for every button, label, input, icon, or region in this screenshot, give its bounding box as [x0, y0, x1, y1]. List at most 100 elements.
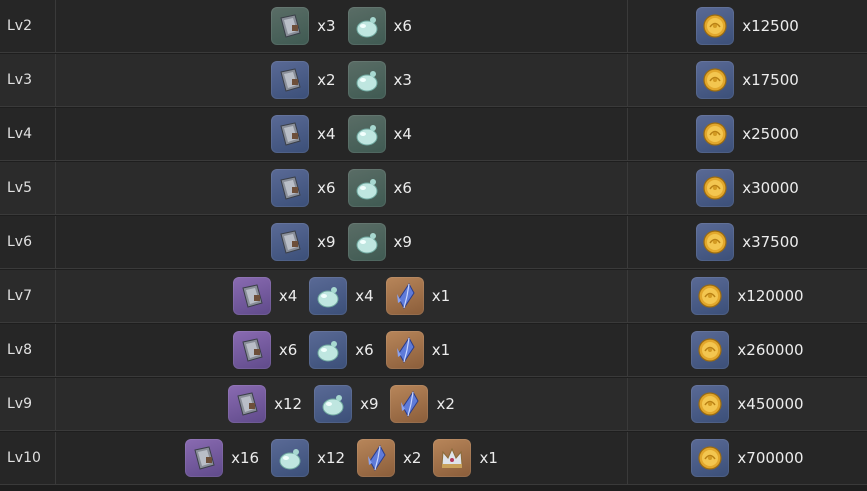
material-quantity: x1: [431, 341, 451, 359]
mora-coin-icon[interactable]: [696, 169, 735, 207]
mora-cell: x120000: [628, 270, 867, 322]
mora-coin-icon[interactable]: [696, 115, 735, 153]
mora-cell: x37500: [628, 216, 867, 268]
materials-cell: x12 x9 x2: [56, 378, 628, 430]
materials-cell: x6 x6: [56, 162, 628, 214]
mora-coin-icon[interactable]: [696, 7, 735, 45]
talent-materials-table: Lv2 x3 x6 x12500 Lv3 x2 x3 x17500 Lv4 x4 x4 x25000 L…: [0, 0, 867, 491]
slime-icon[interactable]: [347, 115, 386, 153]
mask-icon[interactable]: [232, 277, 271, 315]
material-item: x2: [390, 385, 455, 423]
material-quantity: x6: [393, 17, 412, 35]
material-quantity: x4: [278, 287, 298, 305]
table-row: Lv7 x4 x4 x1 x120000: [0, 270, 867, 323]
mora-item: x17500: [696, 61, 799, 99]
crystal-icon[interactable]: [390, 385, 429, 423]
material-quantity: x3: [317, 17, 336, 35]
mora-cell: x260000: [628, 324, 867, 376]
mask-icon[interactable]: [271, 223, 310, 261]
level-cell: Lv7: [0, 270, 56, 322]
mora-quantity: x25000: [742, 125, 799, 143]
mora-item: x700000: [691, 439, 804, 477]
slime-icon[interactable]: [309, 277, 348, 315]
material-item: x12: [271, 439, 345, 477]
material-item: x4: [347, 115, 412, 153]
mora-quantity: x120000: [737, 287, 804, 305]
level-cell: Lv8: [0, 324, 56, 376]
mora-quantity: x12500: [742, 17, 799, 35]
materials-cell: x4 x4 x1: [56, 270, 628, 322]
slime-icon[interactable]: [347, 169, 386, 207]
mora-item: x120000: [691, 277, 804, 315]
mora-coin-icon[interactable]: [696, 223, 735, 261]
mora-item: x12500: [696, 7, 799, 45]
material-item: x4: [309, 277, 374, 315]
level-cell: Lv4: [0, 108, 56, 160]
material-item: x3: [271, 7, 336, 45]
mora-coin-icon[interactable]: [691, 331, 730, 369]
material-quantity: x12: [317, 449, 346, 467]
table-row: Lv8 x6 x6 x1 x260000: [0, 324, 867, 377]
mora-item: x30000: [696, 169, 799, 207]
slime-icon[interactable]: [347, 7, 386, 45]
materials-cell: x16 x12 x2 x1: [56, 432, 628, 484]
mask-icon[interactable]: [271, 61, 310, 99]
material-quantity: x4: [393, 125, 412, 143]
mora-quantity: x700000: [737, 449, 804, 467]
material-quantity: x6: [317, 179, 336, 197]
material-item: x1: [433, 439, 498, 477]
mora-coin-icon[interactable]: [696, 61, 735, 99]
mora-cell: x450000: [628, 378, 867, 430]
crystal-icon[interactable]: [385, 331, 424, 369]
mora-item: x450000: [691, 385, 804, 423]
material-item: x4: [232, 277, 298, 315]
material-item: x6: [309, 331, 374, 369]
material-quantity: x16: [231, 449, 260, 467]
material-quantity: x4: [317, 125, 336, 143]
material-item: x16: [185, 439, 259, 477]
mask-icon[interactable]: [185, 439, 224, 477]
mask-icon[interactable]: [271, 115, 310, 153]
material-quantity: x6: [393, 179, 412, 197]
material-quantity: x2: [436, 395, 455, 413]
level-cell: Lv9: [0, 378, 56, 430]
table-row: Lv4 x4 x4 x25000: [0, 108, 867, 161]
crown-icon[interactable]: [433, 439, 472, 477]
mora-quantity: x37500: [742, 233, 799, 251]
material-quantity: x1: [479, 449, 498, 467]
slime-icon[interactable]: [347, 223, 386, 261]
material-quantity: x6: [355, 341, 374, 359]
material-item: x6: [347, 169, 412, 207]
mora-item: x260000: [691, 331, 804, 369]
table-row: Lv9 x12 x9 x2 x450000: [0, 378, 867, 431]
material-item: x12: [228, 385, 302, 423]
mora-cell: x700000: [628, 432, 867, 484]
material-quantity: x6: [278, 341, 298, 359]
table-row: Lv3 x2 x3 x17500: [0, 54, 867, 107]
crystal-icon[interactable]: [357, 439, 396, 477]
mora-quantity: x450000: [737, 395, 804, 413]
table-row: Lv5 x6 x6 x30000: [0, 162, 867, 215]
slime-icon[interactable]: [347, 61, 386, 99]
slime-icon[interactable]: [314, 385, 353, 423]
mora-coin-icon[interactable]: [691, 439, 730, 477]
level-cell: Lv2: [0, 0, 56, 52]
table-row: Lv6 x9 x9 x37500: [0, 216, 867, 269]
slime-icon[interactable]: [271, 439, 310, 477]
materials-cell: x3 x6: [56, 0, 628, 52]
material-quantity: x4: [355, 287, 374, 305]
level-cell: Lv5: [0, 162, 56, 214]
mask-icon[interactable]: [271, 169, 310, 207]
mora-coin-icon[interactable]: [691, 277, 730, 315]
mora-coin-icon[interactable]: [691, 385, 730, 423]
crystal-icon[interactable]: [385, 277, 424, 315]
level-cell: Lv3: [0, 54, 56, 106]
table-row: Lv2 x3 x6 x12500: [0, 0, 867, 53]
mask-icon[interactable]: [271, 7, 310, 45]
material-item: x9: [347, 223, 412, 261]
slime-icon[interactable]: [309, 331, 348, 369]
mask-icon[interactable]: [232, 331, 271, 369]
table-row: Lv10 x16 x12 x2 x1 x700000: [0, 432, 867, 485]
material-item: x2: [271, 61, 336, 99]
mask-icon[interactable]: [228, 385, 267, 423]
